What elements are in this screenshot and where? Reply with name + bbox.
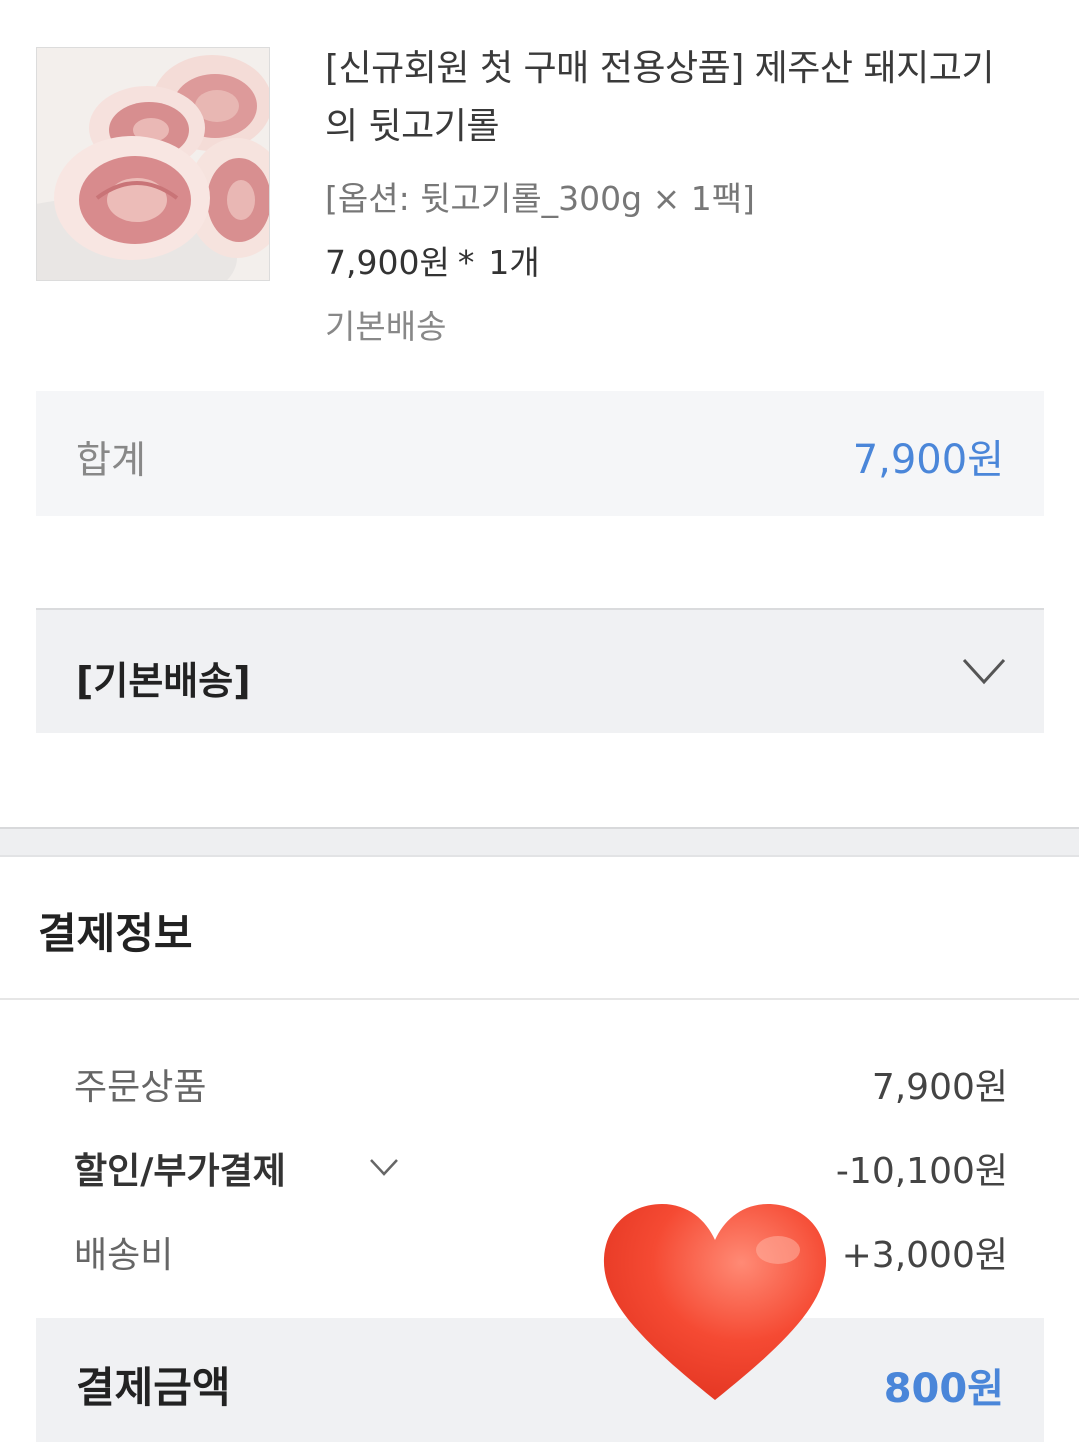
discount-label: 할인/부가결제 — [74, 1151, 286, 1192]
payment-info-title: 결제정보 — [38, 909, 193, 958]
order-products-label: 주문상품 — [74, 1067, 207, 1108]
product-name[interactable]: [신규회원 첫 구매 전용상품] 제주산 돼지고기의 뒷고기롤 — [325, 40, 1025, 156]
shipping-fee-row: 배송비 +3,000원 — [74, 1220, 1008, 1280]
shipping-group-header[interactable]: [기본배송] — [36, 608, 1044, 733]
heart-icon — [603, 1204, 827, 1400]
section-divider — [0, 827, 1079, 857]
shipping-fee-label: 배송비 — [74, 1235, 174, 1276]
product-quantity: 1개 — [488, 243, 540, 282]
chevron-down-icon[interactable] — [368, 1156, 400, 1178]
subtotal-label: 합계 — [76, 438, 146, 482]
chevron-down-icon[interactable] — [960, 654, 1008, 688]
final-amount-label: 결제금액 — [76, 1363, 231, 1412]
divider — [0, 998, 1079, 1000]
product-thumbnail[interactable] — [36, 47, 270, 281]
shipping-group-label: [기본배송] — [76, 659, 251, 703]
subtotal-box: 합계 7,900원 — [36, 391, 1044, 516]
discount-row[interactable]: 할인/부가결제 -10,100원 — [74, 1136, 1008, 1196]
order-products-value: 7,900원 — [871, 1067, 1008, 1108]
order-products-row: 주문상품 7,900원 — [74, 1052, 1008, 1112]
final-amount-box: 결제금액 800원 — [36, 1318, 1044, 1442]
shipping-fee-value: +3,000원 — [841, 1235, 1008, 1276]
subtotal-value: 7,900원 — [852, 437, 1004, 483]
pork-roll-photo — [37, 48, 269, 280]
product-price: 7,900원 — [325, 243, 450, 282]
discount-value: -10,100원 — [835, 1151, 1008, 1192]
product-shipping-type: 기본배송 — [325, 307, 447, 346]
product-option: [옵션: 뒷고기롤_300g × 1팩] — [325, 179, 755, 218]
multiply-sign: * — [457, 243, 475, 282]
product-price-row: 7,900원 * 1개 — [325, 236, 540, 284]
final-amount-value: 800원 — [883, 1366, 1004, 1412]
